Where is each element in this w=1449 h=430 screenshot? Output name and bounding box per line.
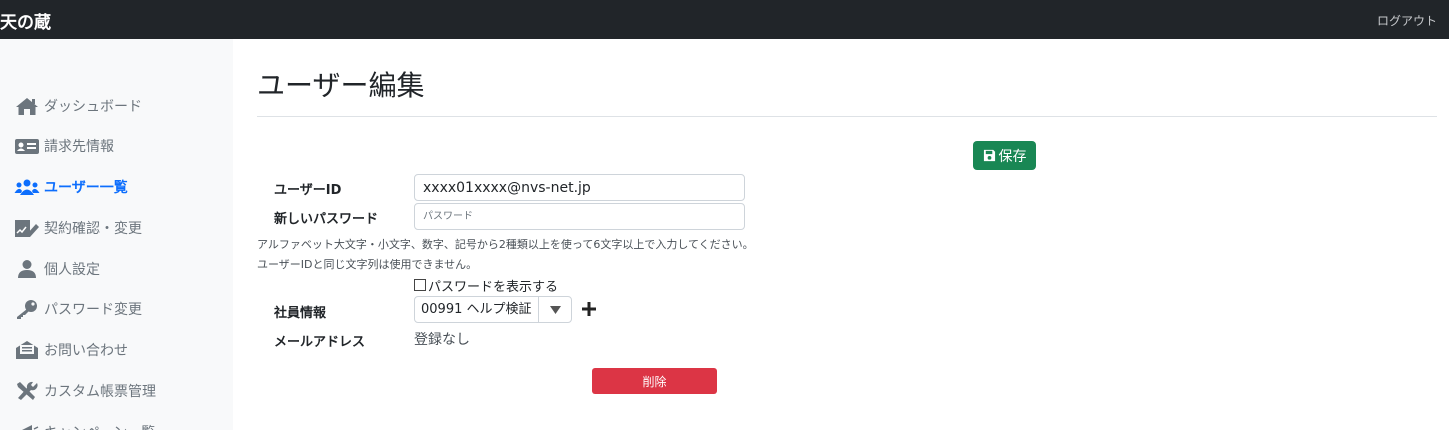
contract-sign-icon <box>15 220 39 237</box>
logout-link[interactable]: ログアウト <box>1377 12 1437 29</box>
envelope-open-icon <box>16 341 38 359</box>
sidebar-item-label: 契約確認・変更 <box>44 221 142 237</box>
page-title: ユーザー編集 <box>257 69 425 102</box>
top-navbar: 天の蔵 ログアウト <box>0 0 1449 39</box>
show-password-toggle[interactable]: パスワードを表示する <box>414 276 559 295</box>
sidebar-item-label: お問い合わせ <box>44 343 128 359</box>
floppy-disk-icon <box>983 149 995 162</box>
new-password-label: 新しいパスワード <box>274 212 379 227</box>
save-button-label: 保存 <box>998 148 1027 165</box>
users-icon <box>14 179 40 195</box>
employee-label: 社員情報 <box>274 306 327 321</box>
megaphone-icon <box>16 425 39 430</box>
sidebar-item-dashboard[interactable]: ダッシュボード <box>14 92 142 120</box>
sidebar-item-label: ユーザー一覧 <box>44 180 128 196</box>
sidebar-item-personal[interactable]: 個人設定 <box>14 255 100 283</box>
sidebar-item-label: キャンペーン一覧 <box>44 422 155 430</box>
show-password-label: パスワードを表示する <box>428 279 559 295</box>
caret-down-icon <box>549 305 561 314</box>
sidebar-item-label: 個人設定 <box>44 262 100 278</box>
sidebar-item-contact[interactable]: お問い合わせ <box>14 336 128 364</box>
title-divider <box>257 116 1437 117</box>
employee-select-toggle[interactable] <box>538 297 571 322</box>
id-card-icon <box>15 139 39 154</box>
sidebar-item-label: カスタム帳票管理 <box>44 384 156 400</box>
password-rule-text-2: ユーザーIDと同じ文字列は使用できません。 <box>257 258 478 271</box>
sidebar-item-label: ダッシュボード <box>44 99 142 115</box>
app-brand[interactable]: 天の蔵 <box>0 8 51 33</box>
sidebar-item-campaigns[interactable]: キャンペーン一覧 <box>14 418 155 430</box>
user-id-input[interactable] <box>414 174 745 201</box>
sidebar-item-password[interactable]: パスワード変更 <box>14 295 142 323</box>
sidebar-item-label: 請求先情報 <box>44 139 114 155</box>
sidebar-item-label: パスワード変更 <box>44 302 142 318</box>
home-icon <box>16 98 38 115</box>
key-icon <box>17 300 37 319</box>
new-password-input[interactable] <box>414 203 745 230</box>
sidebar-item-users[interactable]: ユーザー一覧 <box>14 173 128 201</box>
show-password-checkbox[interactable] <box>414 279 426 291</box>
sidebar-item-billing[interactable]: 請求先情報 <box>14 132 114 160</box>
sidebar-item-custom-forms[interactable]: カスタム帳票管理 <box>14 377 156 405</box>
sidebar-item-contract[interactable]: 契約確認・変更 <box>14 214 142 242</box>
save-button[interactable]: 保存 <box>973 141 1036 170</box>
email-label: メールアドレス <box>274 335 366 350</box>
employee-select-value: 00991 ヘルプ検証 <box>421 302 532 317</box>
password-rule-text: アルファベット大文字・小文字、数字、記号から2種類以上を使って6文字以上で入力し… <box>257 238 754 251</box>
tools-icon <box>17 381 38 400</box>
user-icon <box>18 260 36 278</box>
employee-select[interactable]: 00991 ヘルプ検証 <box>414 296 572 323</box>
email-value: 登録なし <box>414 332 470 348</box>
sidebar: ダッシュボード 請求先情報 ユーザー一覧 契約確認・変更 個人設定 パスワード変… <box>0 39 233 430</box>
plus-icon[interactable] <box>580 300 598 318</box>
user-id-label: ユーザーID <box>274 183 342 198</box>
delete-button[interactable]: 削除 <box>592 368 717 394</box>
